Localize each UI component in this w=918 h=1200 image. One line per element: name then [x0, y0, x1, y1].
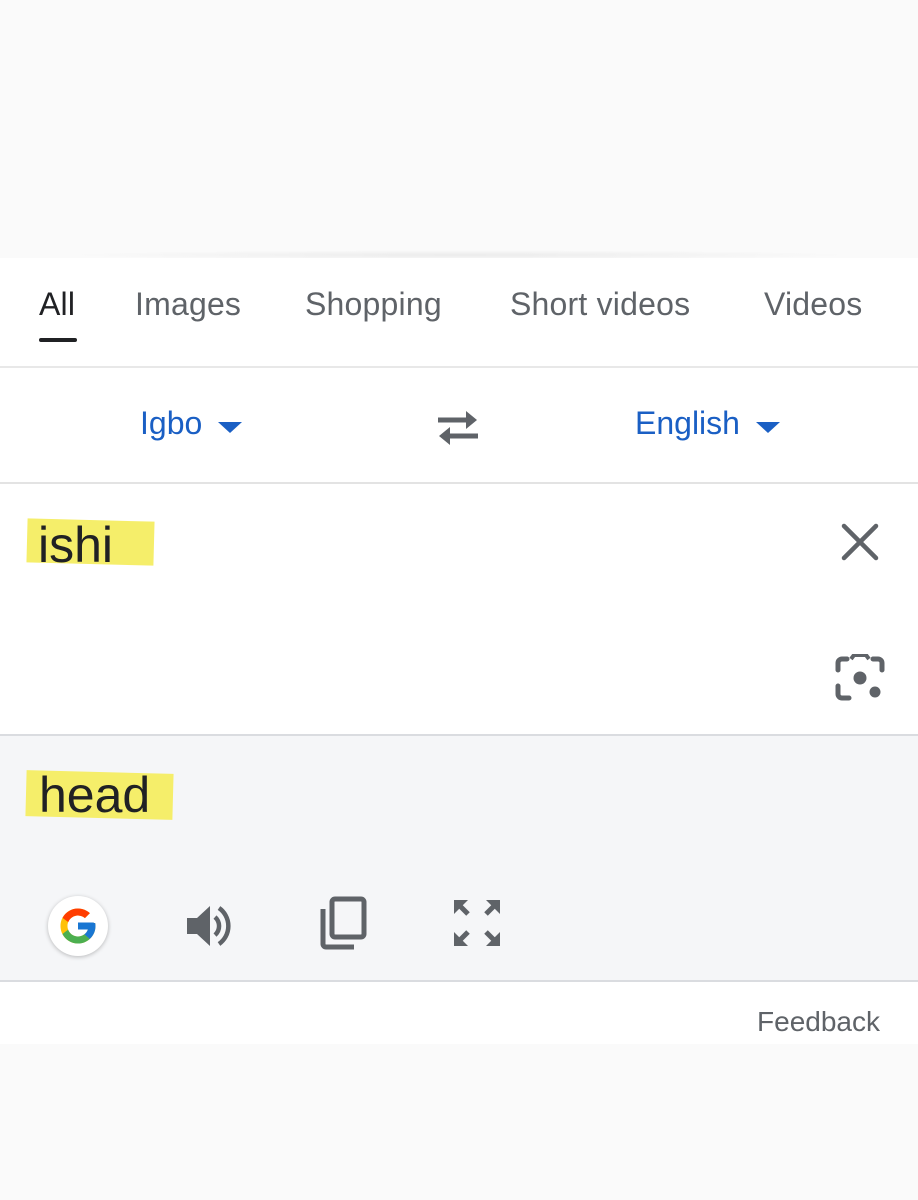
tab-videos[interactable]: Videos [764, 286, 862, 323]
feedback-link[interactable]: Feedback [757, 1006, 880, 1038]
tab-short-videos[interactable]: Short videos [510, 286, 690, 323]
copy-icon[interactable] [318, 896, 368, 950]
chevron-down-icon [755, 422, 780, 434]
speaker-icon[interactable] [184, 900, 236, 952]
swap-languages-icon[interactable] [430, 404, 486, 452]
target-language-label: English [635, 405, 740, 441]
search-tabs: All Images Shopping Short videos Videos [0, 258, 918, 368]
translate-card: All Images Shopping Short videos Videos … [0, 258, 918, 1044]
google-logo-icon[interactable] [48, 896, 108, 956]
source-text-area[interactable]: ishi [0, 484, 918, 736]
camera-lens-icon[interactable] [834, 653, 886, 704]
tab-shopping[interactable]: Shopping [305, 286, 442, 323]
target-language-dropdown[interactable]: English [635, 405, 780, 442]
source-language-dropdown[interactable]: Igbo [140, 405, 243, 442]
tab-all[interactable]: All [39, 286, 75, 323]
chevron-down-icon [218, 422, 243, 434]
translation-result-area: head [0, 736, 918, 982]
close-icon[interactable] [838, 520, 882, 564]
source-language-label: Igbo [140, 405, 203, 441]
fullscreen-icon[interactable] [452, 898, 502, 948]
blank-header-area [0, 0, 918, 258]
active-tab-indicator [39, 338, 77, 342]
source-text[interactable]: ishi [38, 516, 113, 574]
language-selector-row: Igbo English [0, 368, 918, 484]
tab-images[interactable]: Images [135, 286, 241, 323]
translated-text[interactable]: head [39, 766, 150, 824]
